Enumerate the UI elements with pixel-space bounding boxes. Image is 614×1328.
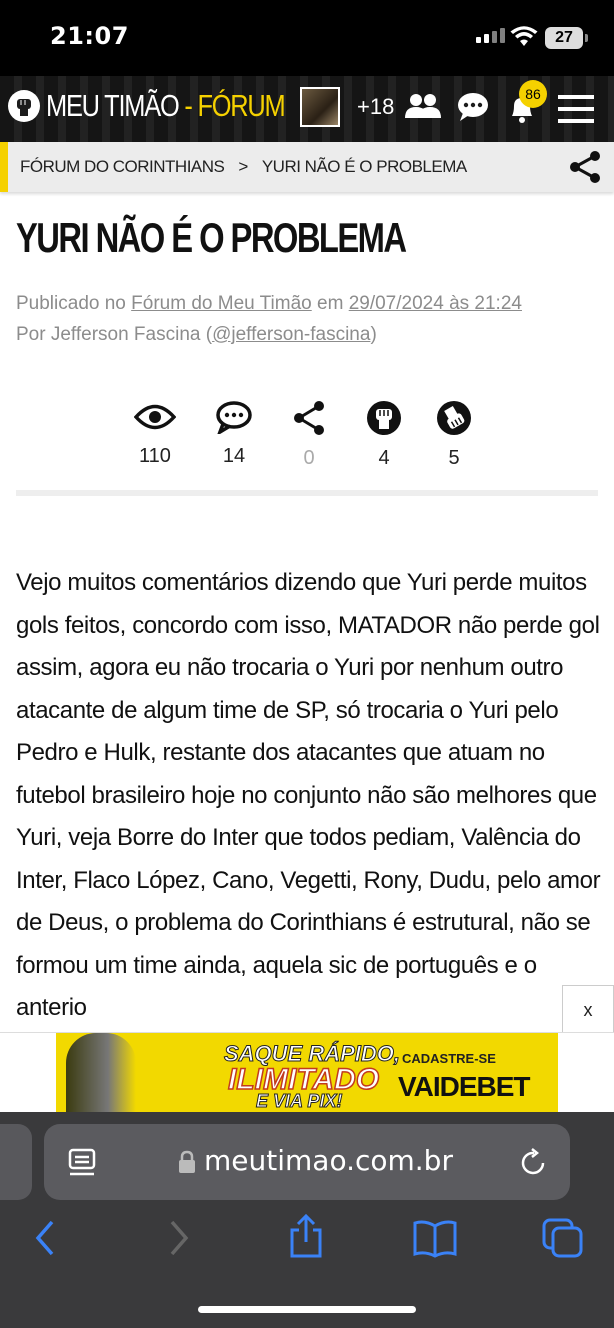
page-title: YURI NÃO É O PROBLEMA [16,214,407,261]
dislikes-stat[interactable]: 5 [424,400,484,470]
eye-icon [133,404,177,430]
author-suffix: ) [370,324,377,345]
tabs-icon[interactable] [542,1218,584,1258]
likes-count: 4 [378,447,390,469]
brand-suffix: FÓRUM [197,88,285,123]
ad-brand: VAIDEBET [398,1071,530,1102]
fist-logo-icon [8,90,40,122]
post-meta: Publicado no Fórum do Meu Timão em 29/07… [16,288,522,350]
page-menu-icon[interactable] [68,1148,96,1178]
ad-close-button[interactable]: x [562,985,614,1033]
fist-down-icon [437,401,471,435]
notifications-badge[interactable]: 86 [519,80,547,108]
views-count: 110 [139,445,171,467]
avatar[interactable] [300,87,340,127]
share-icon [294,401,324,435]
ad-line-3: E VIA PIX! [255,1091,343,1112]
dislikes-count: 5 [448,447,460,469]
address-bar[interactable]: meutimao.com.br [44,1124,570,1200]
comment-icon [216,401,252,437]
shares-stat[interactable]: 0 [279,400,339,470]
likes-stat[interactable]: 4 [354,400,414,470]
comments-stat[interactable]: 14 [204,400,264,468]
post-body: Vejo muitos comentários dizendo que Yuri… [16,569,601,1021]
online-users-count[interactable]: +18 [357,94,394,120]
chat-icon[interactable] [457,92,489,122]
divider [16,490,598,496]
menu-icon[interactable] [558,94,594,124]
brand-separator: - [184,88,192,123]
cellular-signal-icon [476,28,505,43]
post-stats: 110 14 0 4 5 [0,400,614,480]
ad-banner[interactable]: SAQUE RÁPIDO, ILIMITADO E VIA PIX! CADAS… [56,1033,558,1113]
bookmarks-icon[interactable] [412,1218,458,1258]
ad-cta: CADASTRE-SE [402,1051,496,1066]
author-handle-link[interactable]: @jefferson-fascina [212,324,370,345]
published-prefix: Publicado no [16,293,126,314]
status-bar: 21:07 27 [0,0,614,76]
breadcrumb-current: YURI NÃO É O PROBLEMA [261,157,467,176]
wifi-icon [510,26,538,46]
forward-icon[interactable] [168,1218,190,1258]
battery-indicator: 27 [545,27,588,49]
breadcrumb-forum-link[interactable]: FÓRUM DO CORINTHIANS [20,157,225,177]
brand-title: MEU TIMÃO [46,88,180,123]
comments-count: 14 [222,445,246,467]
fist-up-icon [367,401,401,435]
home-indicator[interactable] [198,1306,416,1313]
previous-tab[interactable] [0,1124,32,1200]
lock-icon [179,1150,195,1173]
ad-container: SAQUE RÁPIDO, ILIMITADO E VIA PIX! CADAS… [0,1032,614,1113]
clock: 21:07 [50,22,129,50]
date-prefix: em [317,293,344,314]
share-sheet-icon[interactable] [286,1214,326,1260]
brand-name: MEU TIMÃO - FÓRUM [46,88,286,124]
shares-count: 0 [303,447,315,469]
ad-player-image [66,1033,136,1113]
views-stat: 110 [125,400,185,468]
breadcrumb-separator: > [238,157,248,176]
author-prefix: Por Jefferson Fascina ( [16,324,213,345]
breadcrumb: FÓRUM DO CORINTHIANS > YURI NÃO É O PROB… [0,142,614,192]
site-logo[interactable]: MEU TIMÃO - FÓRUM [8,88,337,124]
url-text: meutimao.com.br [204,1144,453,1177]
back-icon[interactable] [34,1218,56,1258]
share-icon[interactable] [568,150,602,184]
users-icon[interactable] [405,92,441,122]
reload-icon[interactable] [520,1148,548,1178]
forum-link[interactable]: Fórum do Meu Timão [131,293,312,314]
post-date-link[interactable]: 29/07/2024 às 21:24 [349,293,522,314]
